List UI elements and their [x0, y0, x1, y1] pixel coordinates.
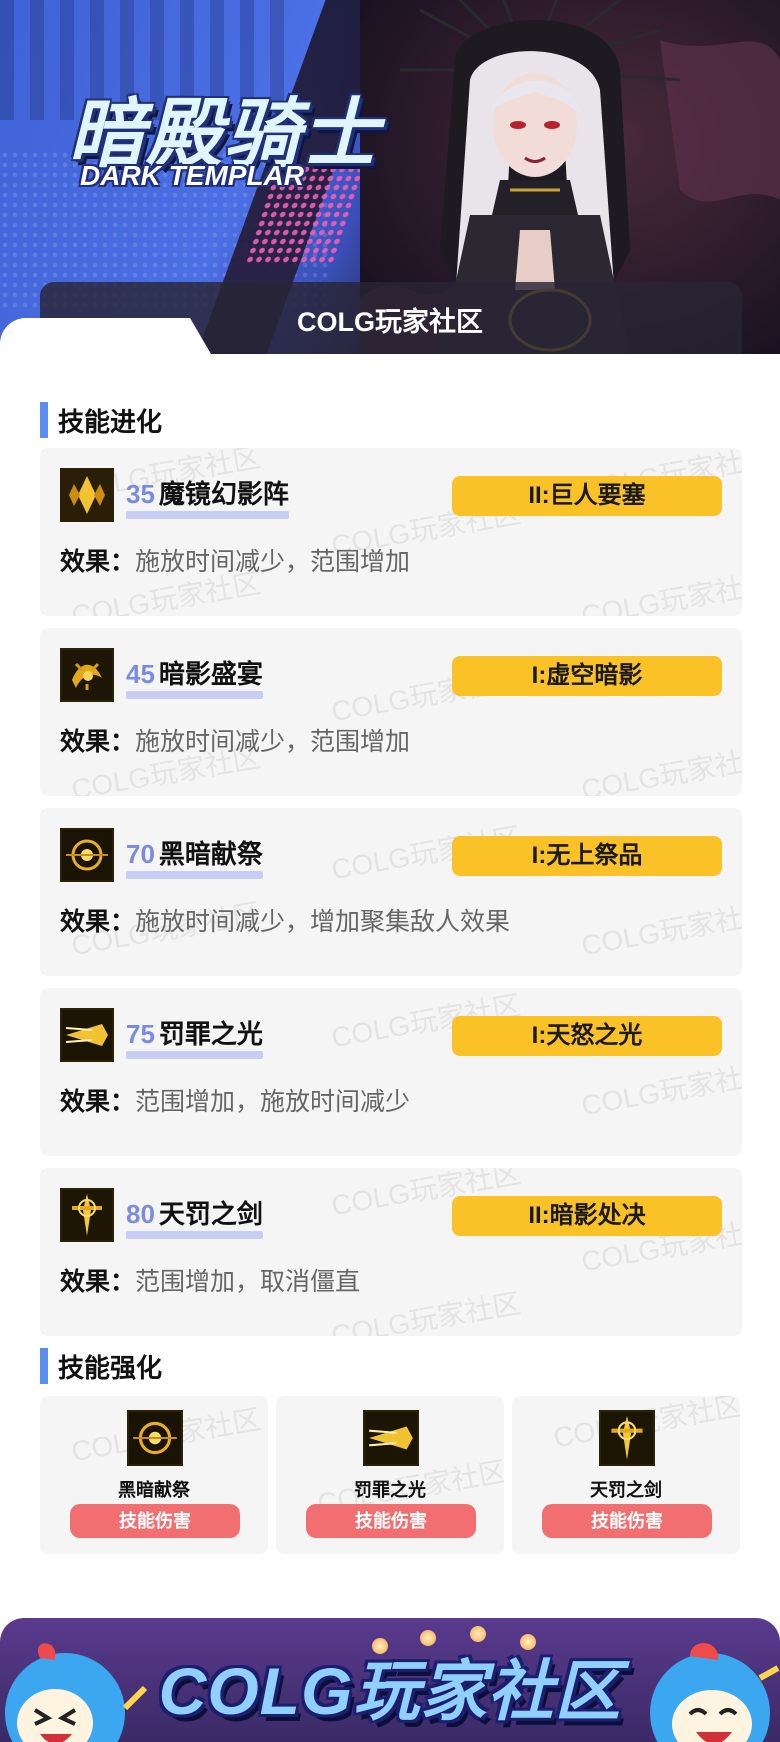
section-title-evolution: 技能进化 [58, 406, 163, 437]
enhancement-skill-name: 罚罪之光 [354, 1480, 426, 1500]
effect-label: 效果： [60, 728, 136, 756]
skill-name: 75 罚罪之光 [126, 1014, 263, 1059]
skill-effect: 效果：施放时间减少，范围增加 [60, 542, 410, 578]
skill-name-underline [126, 1231, 263, 1239]
skill-title: 罚罪之光 [158, 1019, 263, 1049]
skill-title: 暗影盛宴 [158, 659, 263, 689]
skill-title: 黑暗献祭 [158, 839, 263, 869]
watermark: COLG玩家社区 [579, 1057, 742, 1122]
skill-level: 45 [126, 659, 155, 689]
section-header-evolution: 技能进化 [40, 402, 162, 438]
footer-brand-logo: COLG玩家社区 [158, 1654, 622, 1728]
skill-name: 80 天罚之剑 [126, 1194, 263, 1239]
skill-level: 35 [126, 479, 155, 509]
skill-level: 80 [126, 1199, 155, 1229]
heaven-sword-skill-icon [599, 1410, 655, 1466]
skill-name-underline [126, 511, 289, 519]
sheet-tab-notch [0, 318, 218, 366]
skill-effect: 效果：施放时间减少，增加聚集敌人效果 [60, 902, 510, 938]
effect-text: 施放时间减少，范围增加 [135, 728, 411, 756]
heaven-sword-skill-icon [60, 1188, 114, 1242]
skill-name-underline [126, 1051, 263, 1059]
effect-label: 效果： [60, 1088, 136, 1116]
punishment-light-skill-icon [363, 1410, 419, 1466]
effect-text: 施放时间减少，范围增加 [135, 548, 411, 576]
enhancement-skill-name: 黑暗献祭 [118, 1480, 190, 1500]
evolution-tag: I:天怒之光 [452, 1016, 722, 1056]
hero-title-english: DARK TEMPLAR [80, 160, 304, 191]
skill-name-underline [126, 871, 263, 879]
evolution-card: COLG玩家社区 COLG玩家社区 COLG玩家社区 70 黑暗献祭 I:无上祭品… [40, 808, 742, 976]
section-accent-bar [40, 1348, 48, 1384]
punishment-light-skill-icon [60, 1008, 114, 1062]
section-accent-bar [40, 402, 48, 438]
evolution-card: COLG玩家社区 COLG玩家社区 COLG玩家社区 COLG玩家社区 COLG… [40, 448, 742, 616]
dark-sacrifice-skill-icon [127, 1410, 183, 1466]
skill-name-underline [126, 691, 263, 699]
enhancement-card: COLG玩家社区 天罚之剑 技能伤害 [512, 1396, 740, 1554]
enhancement-skill-name: 天罚之剑 [590, 1480, 662, 1500]
evolution-card: COLG玩家社区 COLG玩家社区 COLG玩家社区 80 天罚之剑 II:暗影处… [40, 1168, 742, 1336]
effect-text: 范围增加，取消僵直 [135, 1268, 361, 1296]
section-header-enhancement: 技能强化 [40, 1348, 162, 1384]
skill-level: 70 [126, 839, 155, 869]
dark-sacrifice-skill-icon [60, 828, 114, 882]
evolution-card: COLG玩家社区 COLG玩家社区 COLG玩家社区 45 暗影盛宴 I:虚空暗影… [40, 628, 742, 796]
evolution-tag: I:虚空暗影 [452, 656, 722, 696]
section-title-enhancement: 技能强化 [58, 1352, 163, 1383]
skill-effect: 效果：范围增加，取消僵直 [60, 1262, 360, 1298]
skill-name: 35 魔镜幻影阵 [126, 474, 289, 519]
effect-label: 效果： [60, 1268, 136, 1296]
effect-text: 范围增加，施放时间减少 [135, 1088, 411, 1116]
skill-damage-button[interactable]: 技能伤害 [70, 1504, 240, 1538]
evolution-tag: I:无上祭品 [452, 836, 722, 876]
enhancement-card: COLG玩家社区 罚罪之光 技能伤害 [276, 1396, 504, 1554]
skill-damage-button[interactable]: 技能伤害 [306, 1504, 476, 1538]
skill-name: 70 黑暗献祭 [126, 834, 263, 879]
evolution-card: COLG玩家社区 COLG玩家社区 75 罚罪之光 I:天怒之光 效果：范围增加，… [40, 988, 742, 1156]
skill-effect: 效果：施放时间减少，范围增加 [60, 722, 410, 758]
footer-banner: COLG玩家社区 [0, 1618, 780, 1742]
skill-damage-button[interactable]: 技能伤害 [542, 1504, 712, 1538]
skill-effect: 效果：范围增加，施放时间减少 [60, 1082, 410, 1118]
page: 暗殿骑士 DARK TEMPLAR COLG玩家社区 技能进化 COLG玩家社区… [0, 0, 780, 1742]
watermark: COLG玩家社区 [579, 567, 742, 616]
watermark: COLG玩家社区 [579, 897, 742, 962]
effect-label: 效果： [60, 908, 136, 936]
skill-title: 魔镜幻影阵 [158, 479, 289, 509]
evolution-tag: II:暗影处决 [452, 1196, 722, 1236]
enhancement-card: COLG玩家社区 黑暗献祭 技能伤害 [40, 1396, 268, 1554]
watermark: COLG玩家社区 [579, 741, 742, 796]
effect-label: 效果： [60, 548, 136, 576]
skill-level: 75 [126, 1019, 155, 1049]
effect-text: 施放时间减少，增加聚集敌人效果 [135, 908, 511, 936]
mirror-phantom-skill-icon [60, 468, 114, 522]
skill-title: 天罚之剑 [158, 1199, 263, 1229]
hero-banner: 暗殿骑士 DARK TEMPLAR COLG玩家社区 [0, 0, 780, 356]
evolution-tag: II:巨人要塞 [452, 476, 722, 516]
shadow-feast-skill-icon [60, 648, 114, 702]
skill-name: 45 暗影盛宴 [126, 654, 263, 699]
